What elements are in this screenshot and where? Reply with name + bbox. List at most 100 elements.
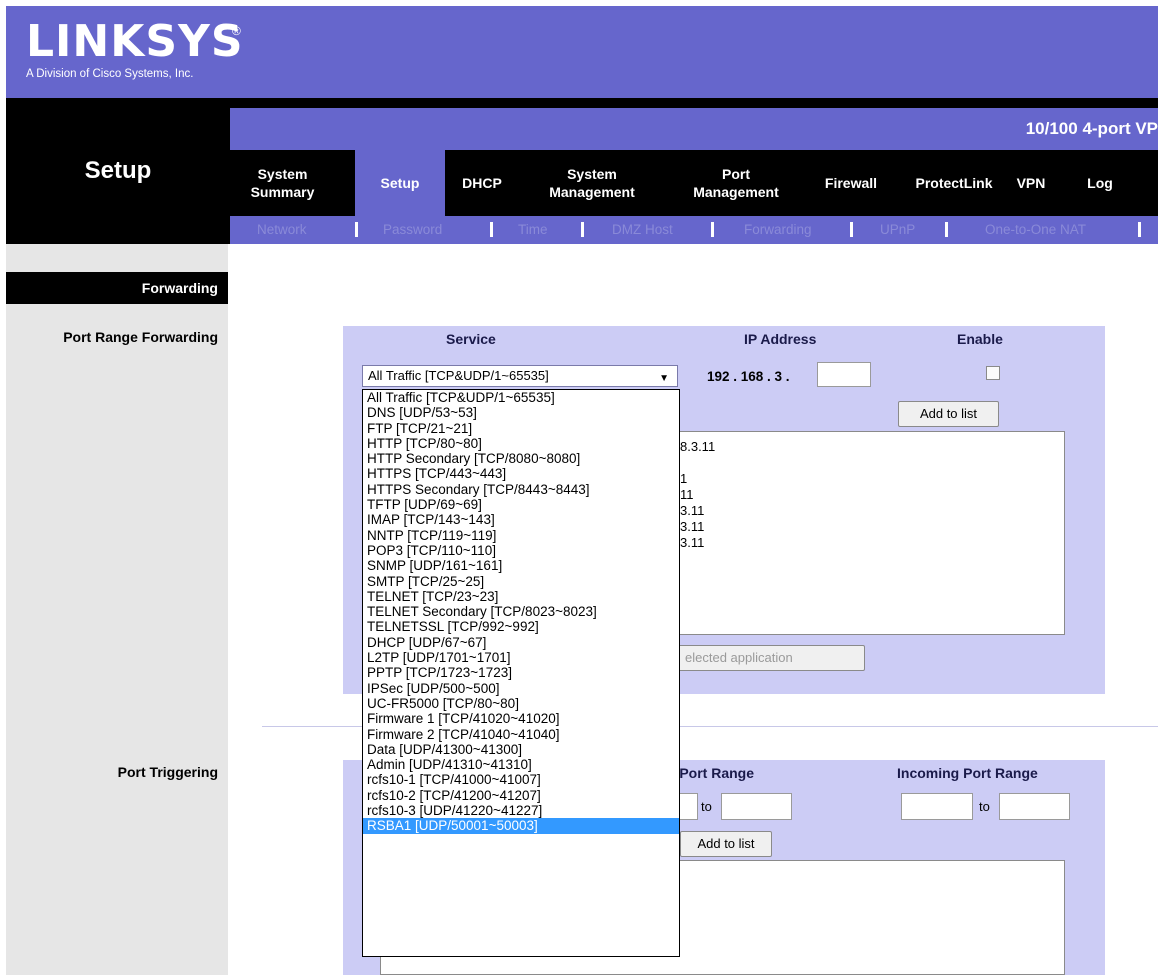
tab-protectlink[interactable]: ProtectLink bbox=[903, 150, 1005, 216]
subtab-forwarding[interactable]: Forwarding bbox=[744, 216, 812, 244]
subtab-time[interactable]: Time bbox=[518, 216, 548, 244]
subtab-network[interactable]: Network bbox=[257, 216, 307, 244]
tab-label-line1: System bbox=[567, 166, 617, 182]
service-option[interactable]: Admin [UDP/41310~41310] bbox=[363, 757, 679, 772]
service-select-value: All Traffic [TCP&UDP/1~65535] bbox=[368, 368, 549, 383]
service-option[interactable]: DHCP [UDP/67~67] bbox=[363, 635, 679, 650]
forwarding-list-entry[interactable] bbox=[680, 455, 715, 471]
service-option[interactable]: FTP [TCP/21~21] bbox=[363, 421, 679, 436]
service-option[interactable]: TELNET [TCP/23~23] bbox=[363, 589, 679, 604]
page-title: Setup bbox=[84, 157, 152, 184]
chevron-down-icon[interactable]: ▼ bbox=[659, 369, 669, 389]
enable-header: Enable bbox=[957, 331, 1003, 347]
ip-address-header: IP Address bbox=[744, 331, 817, 347]
service-option[interactable]: All Traffic [TCP&UDP/1~65535] bbox=[363, 390, 679, 405]
forwarding-list-entry[interactable]: 3.11 bbox=[680, 519, 715, 535]
tab-label-line1: System bbox=[257, 166, 308, 182]
trigger-add-to-list-button[interactable]: Add to list bbox=[680, 831, 772, 857]
tab-label: Firewall bbox=[825, 174, 877, 192]
tab-label-line1: DHCP bbox=[462, 175, 502, 191]
tab-label-line2: Summary bbox=[250, 184, 315, 200]
service-option[interactable]: Firmware 1 [TCP/41020~41020] bbox=[363, 711, 679, 726]
tab-label: ProtectLink bbox=[915, 174, 992, 192]
linksys-logo: LINKSYS bbox=[26, 16, 244, 67]
service-option[interactable]: rcfs10-3 [UDP/41220~41227] bbox=[363, 803, 679, 818]
registered-mark: ® bbox=[232, 24, 241, 38]
incoming-to-label: to bbox=[979, 799, 990, 814]
subtab-separator bbox=[581, 222, 584, 237]
subtab-one-to-one-nat[interactable]: One-to-One NAT bbox=[985, 216, 1086, 244]
subtab-upnp[interactable]: UPnP bbox=[880, 216, 915, 244]
tab-label-line1: Port bbox=[721, 166, 750, 182]
forwarding-list-entry[interactable]: 3.11 bbox=[680, 503, 715, 519]
add-to-list-button[interactable]: Add to list bbox=[898, 401, 999, 427]
service-option[interactable]: RSBA1 [UDP/50001~50003] bbox=[363, 818, 679, 834]
tab-label-line1: ProtectLink bbox=[915, 175, 993, 191]
tab-label-line1: Log bbox=[1087, 175, 1113, 191]
section-title: Forwarding bbox=[141, 280, 218, 296]
tab-firewall[interactable]: Firewall bbox=[822, 150, 880, 216]
service-option[interactable]: HTTP Secondary [TCP/8080~8080] bbox=[363, 451, 679, 466]
service-option[interactable]: IMAP [TCP/143~143] bbox=[363, 512, 679, 527]
service-option[interactable]: SMTP [TCP/25~25] bbox=[363, 574, 679, 589]
incoming-start-input[interactable] bbox=[901, 793, 973, 820]
service-option[interactable]: L2TP [UDP/1701~1701] bbox=[363, 650, 679, 665]
forwarding-list-entry[interactable]: 8.3.11 bbox=[680, 439, 715, 455]
incoming-port-range-header: Incoming Port Range bbox=[897, 765, 1038, 781]
subtab-separator bbox=[490, 222, 493, 237]
subtab-separator bbox=[355, 222, 358, 237]
forwarding-list[interactable] bbox=[664, 431, 1065, 635]
subtab-password[interactable]: Password bbox=[383, 216, 442, 244]
service-option[interactable]: Firmware 2 [TCP/41040~41040] bbox=[363, 727, 679, 742]
service-option[interactable]: SNMP [UDP/161~161] bbox=[363, 558, 679, 573]
delete-selected-application-button[interactable]: elected application bbox=[664, 645, 865, 671]
enable-checkbox[interactable] bbox=[986, 366, 1000, 380]
service-option[interactable]: UC-FR5000 [TCP/80~80] bbox=[363, 696, 679, 711]
tab-label-line1: Setup bbox=[380, 175, 420, 191]
service-option[interactable]: TELNETSSL [TCP/992~992] bbox=[363, 619, 679, 634]
subtab-separator bbox=[945, 222, 948, 237]
tab-system-summary[interactable]: System Summary bbox=[235, 150, 330, 216]
service-option[interactable]: DNS [UDP/53~53] bbox=[363, 405, 679, 420]
service-option[interactable]: POP3 [TCP/110~110] bbox=[363, 543, 679, 558]
tab-system-management[interactable]: System Management bbox=[524, 150, 660, 216]
left-column bbox=[6, 244, 228, 975]
product-name: 10/100 4-port VP bbox=[1025, 119, 1158, 138]
tab-vpn[interactable]: VPN bbox=[1016, 150, 1046, 216]
tab-setup[interactable]: Setup bbox=[355, 150, 445, 216]
incoming-end-input[interactable] bbox=[999, 793, 1070, 820]
tab-label-line1: Firewall bbox=[824, 175, 878, 191]
tab-port-management[interactable]: Port Management bbox=[676, 150, 796, 216]
service-option[interactable]: rcfs10-1 [TCP/41000~41007] bbox=[363, 772, 679, 787]
service-option[interactable]: Data [UDP/41300~41300] bbox=[363, 742, 679, 757]
ip-last-octet-input[interactable] bbox=[817, 362, 871, 387]
service-option[interactable]: IPSec [UDP/500~500] bbox=[363, 681, 679, 696]
trigger-port-range-header: r Port Range bbox=[670, 765, 755, 781]
service-option[interactable]: HTTPS Secondary [TCP/8443~8443] bbox=[363, 482, 679, 497]
trigger-to-label: to bbox=[701, 799, 712, 814]
service-option[interactable]: HTTPS [TCP/443~443] bbox=[363, 466, 679, 481]
service-select[interactable]: All Traffic [TCP&UDP/1~65535] ▼ bbox=[362, 365, 678, 387]
tab-label: Log bbox=[1087, 174, 1113, 192]
tab-label-line2: Management bbox=[549, 184, 635, 200]
service-option[interactable]: TELNET Secondary [TCP/8023~8023] bbox=[363, 604, 679, 619]
tab-label: Port Management bbox=[693, 165, 779, 201]
tab-log[interactable]: Log bbox=[1084, 150, 1116, 216]
port-triggering-label: Port Triggering bbox=[117, 764, 218, 780]
service-option[interactable]: HTTP [TCP/80~80] bbox=[363, 436, 679, 451]
service-option[interactable]: PPTP [TCP/1723~1723] bbox=[363, 665, 679, 680]
service-option[interactable]: NNTP [TCP/119~119] bbox=[363, 528, 679, 543]
service-option[interactable]: TFTP [UDP/69~69] bbox=[363, 497, 679, 512]
forwarding-list-entry[interactable]: 1 bbox=[680, 471, 715, 487]
subtab-separator bbox=[711, 222, 714, 237]
tab-dhcp[interactable]: DHCP bbox=[452, 150, 512, 216]
tab-label: DHCP bbox=[462, 174, 502, 192]
subtab-dmz-host[interactable]: DMZ Host bbox=[612, 216, 673, 244]
service-dropdown-list[interactable]: All Traffic [TCP&UDP/1~65535] DNS [UDP/53… bbox=[362, 389, 680, 957]
subtab-separator bbox=[1138, 222, 1141, 237]
tab-label: Setup bbox=[381, 174, 420, 192]
forwarding-list-entry[interactable]: 3.11 bbox=[680, 535, 715, 551]
trigger-end-input[interactable] bbox=[721, 793, 792, 820]
service-option[interactable]: rcfs10-2 [TCP/41200~41207] bbox=[363, 788, 679, 803]
forwarding-list-entry[interactable]: 11 bbox=[680, 487, 715, 503]
